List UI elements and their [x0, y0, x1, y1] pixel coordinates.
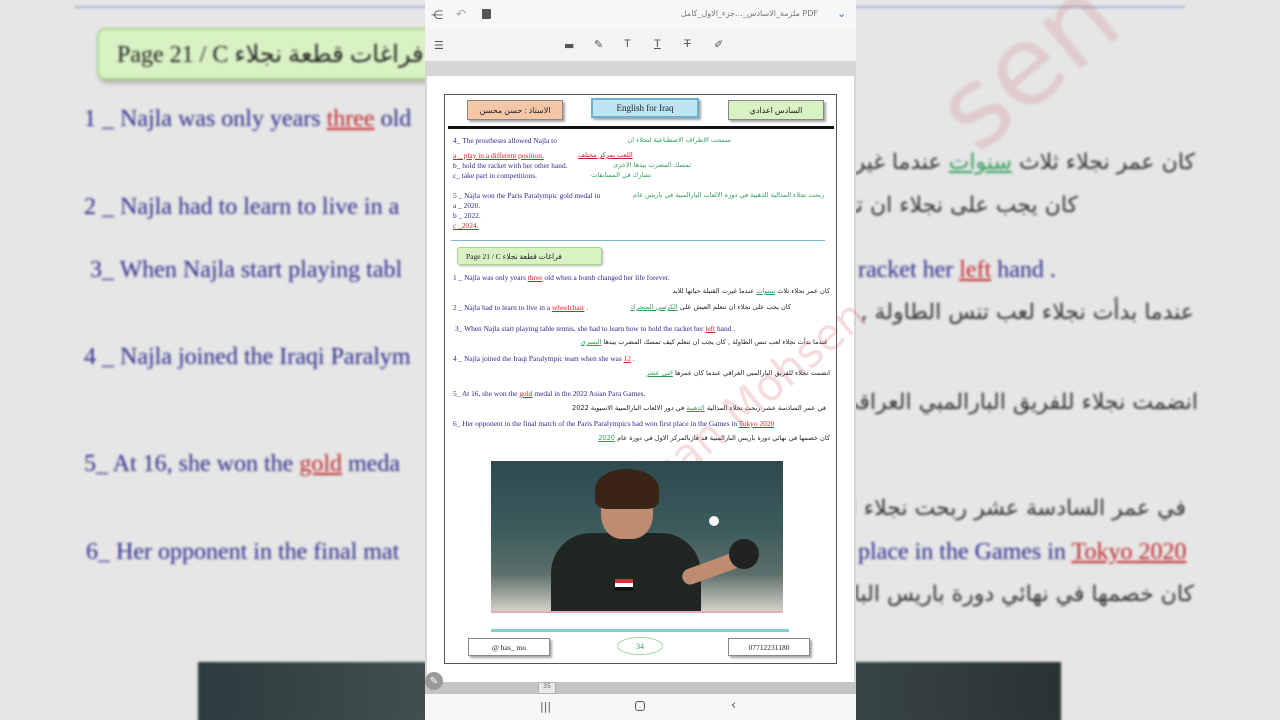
highlighter-icon[interactable]: ✐ [714, 39, 723, 50]
share-icon[interactable]: ⋲ [431, 9, 443, 21]
background-line-5: 5_ At 16, she won the gold meda [84, 451, 400, 477]
pdf-viewer: ⋲ ↶ ملزمة_الاسادس_...جزء_الاول_كامل PDF … [425, 0, 876, 720]
background-ar-3: عندما بدأت نجلاء لعب تنس الطاولة , كان [820, 300, 1194, 325]
question-5: 5 _ Najla won the Paris Paralympic gold … [453, 191, 601, 200]
photo-bar [491, 611, 783, 613]
page-frame: الاستاذ : حسن محسن English for Iraq السا… [444, 94, 876, 664]
section-separator [451, 240, 825, 241]
gap-5: 5_ At 16, she won the gold medal in the … [453, 389, 646, 398]
gap-1-ar: كان عمر نجلاء ثلاث سنوات عندما غيرت القن… [672, 287, 830, 295]
pdf-page: الاستاذ : حسن محسن English for Iraq السا… [427, 76, 876, 682]
pen-icon[interactable]: ✎ [594, 39, 603, 50]
menu-icon[interactable]: ☰ [434, 40, 444, 51]
gap-2-ar: كان يجب على نجلاء ان تتعلم العيش على الك… [630, 303, 791, 311]
footer-rule [491, 629, 789, 632]
q4-option-a: a _ play in a different position. [453, 151, 544, 160]
athlete-photo [491, 461, 783, 611]
text-icon[interactable]: T [624, 39, 631, 50]
background-line-6: 6_ Her opponent in the final mat [86, 539, 400, 565]
edit-fab-icon[interactable]: ✎ [425, 672, 443, 690]
q5-option-a: a _ 2020. [453, 201, 481, 210]
comment-icon[interactable]: ▬ [564, 40, 574, 51]
footer-phone: 07712231180 [728, 638, 810, 656]
system-navbar: ||| ‹ [425, 694, 856, 720]
recent-apps-icon[interactable]: ||| [540, 701, 551, 712]
scroll-thumb[interactable]: 35 [538, 682, 556, 694]
q5-option-c: c _2024. [453, 221, 479, 230]
q4-option-c: c_ take part in competitions. [453, 171, 537, 180]
home-icon[interactable] [635, 701, 645, 711]
background-line-3: 3_ When Najla start playing tabl [90, 257, 403, 283]
undo-icon[interactable]: ↶ [456, 8, 466, 20]
background-line-6-right: place in the Games in Tokyo 2020 [858, 539, 1187, 565]
question-4-ar: سمحت الاطراف الاصطناعية لنجلاء ان [627, 136, 731, 144]
back-icon[interactable]: ‹ [731, 699, 736, 712]
q4-option-a-ar: اللعب بمركز مختلف [578, 151, 633, 159]
horizontal-scrollbar[interactable] [425, 682, 856, 694]
subject-label: English for Iraq [591, 98, 699, 118]
section-banner: Page 21 / C فراغات قطعة نجلاء [457, 247, 602, 265]
gap-4: 4 _ Najla joined the Iraqi Paralympic te… [453, 354, 635, 363]
chevron-down-icon[interactable]: ⌄ [837, 8, 846, 19]
top-bar: ⋲ ↶ ملزمة_الاسادس_...جزء_الاول_كامل PDF … [425, 0, 856, 30]
gap-3: 3_ When Najla start playing table tennis… [455, 324, 736, 333]
background-line-2: 2 _ Najla had to learn to live in a [84, 194, 400, 220]
q4-option-b-ar: تمسك المضرب بيدها الاخرى [613, 161, 691, 169]
grade-label: السادس اعدادي [728, 100, 824, 120]
background-line-3-right: racket her left hand . [858, 257, 1056, 283]
q5-option-b: b _ 2022. [453, 211, 481, 220]
save-icon[interactable] [482, 9, 491, 19]
text-underline-icon[interactable]: T [654, 39, 661, 50]
background-ar-2: كان يجب على نجلاء ان تتعلم [817, 193, 1078, 218]
background-line-1: 1 _ Najla was only years three old [84, 106, 412, 132]
gap-2: 2 _ Najla had to learn to live in a whee… [453, 303, 589, 312]
page-area[interactable]: الاستاذ : حسن محسن English for Iraq السا… [425, 62, 876, 682]
question-5-ar: ربحت نجلاء المدالية الذهبية في دورة الال… [633, 191, 825, 199]
annotation-toolbar: ☰ ▬ ✎ T T T ✐ [425, 30, 856, 62]
background-ar-6: كان خصمها في نهائي دورة باريس البارال [821, 582, 1194, 607]
background-ar-4: انضمت نجلاء للفريق البارالمبي العراقي عن [804, 390, 1198, 415]
gap-1: 1 _ Najla was only years three old when … [453, 273, 670, 282]
text-strikethrough-icon[interactable]: T [684, 39, 691, 50]
page-number: 34 [617, 637, 663, 655]
document-title: ملزمة_الاسادس_...جزء_الاول_كامل PDF [680, 9, 818, 18]
header-rule [448, 126, 834, 129]
question-4: 4_ The prostheses allowed Najla to [453, 136, 557, 145]
q4-option-b: b_ hold the racket with her other hand. [453, 161, 568, 170]
q4-option-c-ar: تشارك في المسابقات [591, 171, 652, 179]
background-ar-1: كان عمر نجلاء ثلاث سنوات عندما غيرت [833, 150, 1195, 175]
background-banner: Page 21 / C فراغات قطعة نجلاء [97, 28, 437, 80]
teacher-label: الاستاذ : حسن محسن [467, 100, 563, 120]
footer-handle: @ has_ mu [468, 638, 550, 656]
background-line-4: 4 _ Najla joined the Iraqi Paralym [84, 344, 411, 370]
